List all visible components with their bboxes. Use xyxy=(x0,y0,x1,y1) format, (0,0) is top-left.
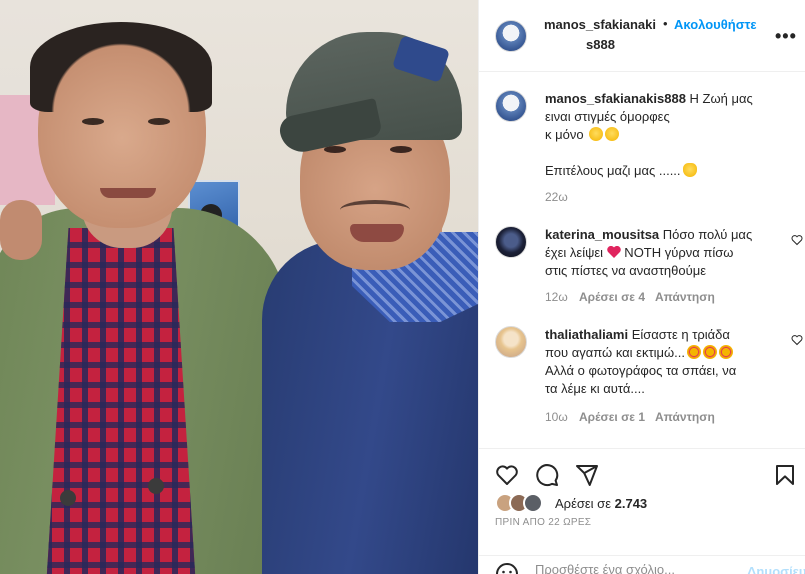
likes-number: 2.743 xyxy=(614,496,648,511)
comment-text-c: NOTH γύρνα πίσω xyxy=(620,245,734,260)
photo-person-left-shirt xyxy=(46,228,196,574)
comment-text-a: Πόσο πολύ μας xyxy=(659,227,753,242)
post-header: manos_sfakianaki s888 • Ακολουθήστε ••• xyxy=(479,0,805,72)
caption-text: manos_sfakianakis888 Η Ζωή μας ειναι στι… xyxy=(545,90,790,180)
add-comment-bar: Δημοσίευση xyxy=(479,555,805,574)
caption-line2: ειναι στιγμές όμορφες xyxy=(545,109,670,124)
bookmark-icon[interactable] xyxy=(773,463,797,487)
photo-mouth xyxy=(350,224,404,242)
post-time: ΠΡΙΝ ΑΠΟ 22 ΩΡΕΣ xyxy=(495,517,592,528)
comment-text-d: στις πίστες να αναστηθούμε xyxy=(545,263,707,278)
comment-item: thaliathaliami Είσαστε η τριάδα που αγαπ… xyxy=(495,326,803,426)
post-actions: Αρέσει σε 2.743 ΠΡΙΝ ΑΠΟ 22 ΩΡΕΣ Δημοσίε… xyxy=(479,448,805,574)
follow-button[interactable]: Ακολουθήστε xyxy=(674,17,757,32)
photo-mouth xyxy=(100,188,156,198)
photo-moustache xyxy=(340,200,410,220)
photo-eye xyxy=(148,118,170,125)
caption: manos_sfakianakis888 Η Ζωή μας ειναι στι… xyxy=(495,90,795,204)
comment-input[interactable] xyxy=(535,562,735,574)
share-icon[interactable] xyxy=(575,463,599,487)
comment-reply-button[interactable]: Απάντηση xyxy=(655,408,715,426)
author-username-continued[interactable]: s888 xyxy=(586,37,615,52)
comment-icon[interactable] xyxy=(535,463,559,487)
caption-author-avatar[interactable] xyxy=(495,90,527,122)
comment-text-a: Είσαστε η τριάδα xyxy=(628,327,730,342)
likes-prefix: Αρέσει σε xyxy=(555,496,615,511)
comment-reply-button[interactable]: Απάντηση xyxy=(655,288,715,306)
liker-avatar xyxy=(523,493,543,513)
post-modal: manos_sfakianaki s888 • Ακολουθήστε ••• … xyxy=(0,0,805,574)
star-eyes-icon xyxy=(686,345,701,359)
comment-text: katerina_mousitsa Πόσο πολύ μας έχει λεί… xyxy=(545,226,790,280)
comment-likes[interactable]: Αρέσει σε 4 xyxy=(579,288,645,306)
smiling-face-icon xyxy=(605,127,620,141)
post-comment-button[interactable]: Δημοσίευση xyxy=(747,564,805,574)
likes-count[interactable]: Αρέσει σε 2.743 xyxy=(555,496,647,511)
header-separator: • xyxy=(663,16,668,31)
hand-icon xyxy=(682,163,697,177)
caption-line1: Η Ζωή μας xyxy=(685,91,753,106)
comment-item: katerina_mousitsa Πόσο πολύ μας έχει λεί… xyxy=(495,226,803,306)
star-eyes-icon xyxy=(718,345,733,359)
star-eyes-icon xyxy=(702,345,717,359)
photo-person-left-hair xyxy=(30,22,212,112)
more-icon[interactable]: ••• xyxy=(775,26,797,47)
comment-likes[interactable]: Αρέσει σε 1 xyxy=(579,408,645,426)
comment-text-b: που αγαπώ και εκτιμώ... xyxy=(545,345,685,360)
photo-jacket-button xyxy=(60,490,76,506)
caption-line3: κ μόνο xyxy=(545,127,584,142)
comment-text-c: Αλλά ο φωτογράφος τα σπάει, να xyxy=(545,363,737,378)
post-photo[interactable] xyxy=(0,0,478,574)
post-side-panel: manos_sfakianaki s888 • Ακολουθήστε ••• … xyxy=(478,0,805,574)
comment-time: 10ω xyxy=(545,410,568,424)
emoji-icon[interactable] xyxy=(495,562,519,574)
photo-eye xyxy=(324,146,346,153)
comment-like-icon[interactable] xyxy=(791,334,803,346)
red-heart-icon xyxy=(606,246,621,258)
photo-jacket-button xyxy=(148,478,164,494)
comment-text-b: έχει λείψει xyxy=(545,245,604,260)
heart-icon[interactable] xyxy=(495,463,519,487)
comment-text: thaliathaliami Είσαστε η τριάδα που αγαπ… xyxy=(545,326,790,398)
photo-arm xyxy=(0,200,42,260)
author-avatar[interactable] xyxy=(495,20,527,52)
comment-time: 12ω xyxy=(545,290,568,304)
comment-like-icon[interactable] xyxy=(791,234,803,246)
photo-eye xyxy=(82,118,104,125)
comment-username[interactable]: katerina_mousitsa xyxy=(545,227,659,242)
commenter-avatar[interactable] xyxy=(495,226,527,258)
photo-eye xyxy=(390,146,412,153)
commenter-avatar[interactable] xyxy=(495,326,527,358)
author-username[interactable]: manos_sfakianaki xyxy=(544,17,656,32)
caption-username[interactable]: manos_sfakianakis888 xyxy=(545,91,686,106)
caption-line4: Επιτέλους μαζι μας ...... xyxy=(545,163,681,178)
comment-username[interactable]: thaliathaliami xyxy=(545,327,628,342)
comment-text-d: τα λέμε κι αυτά.... xyxy=(545,381,645,396)
caption-time: 22ω xyxy=(545,190,568,204)
smiling-face-icon xyxy=(589,127,604,141)
